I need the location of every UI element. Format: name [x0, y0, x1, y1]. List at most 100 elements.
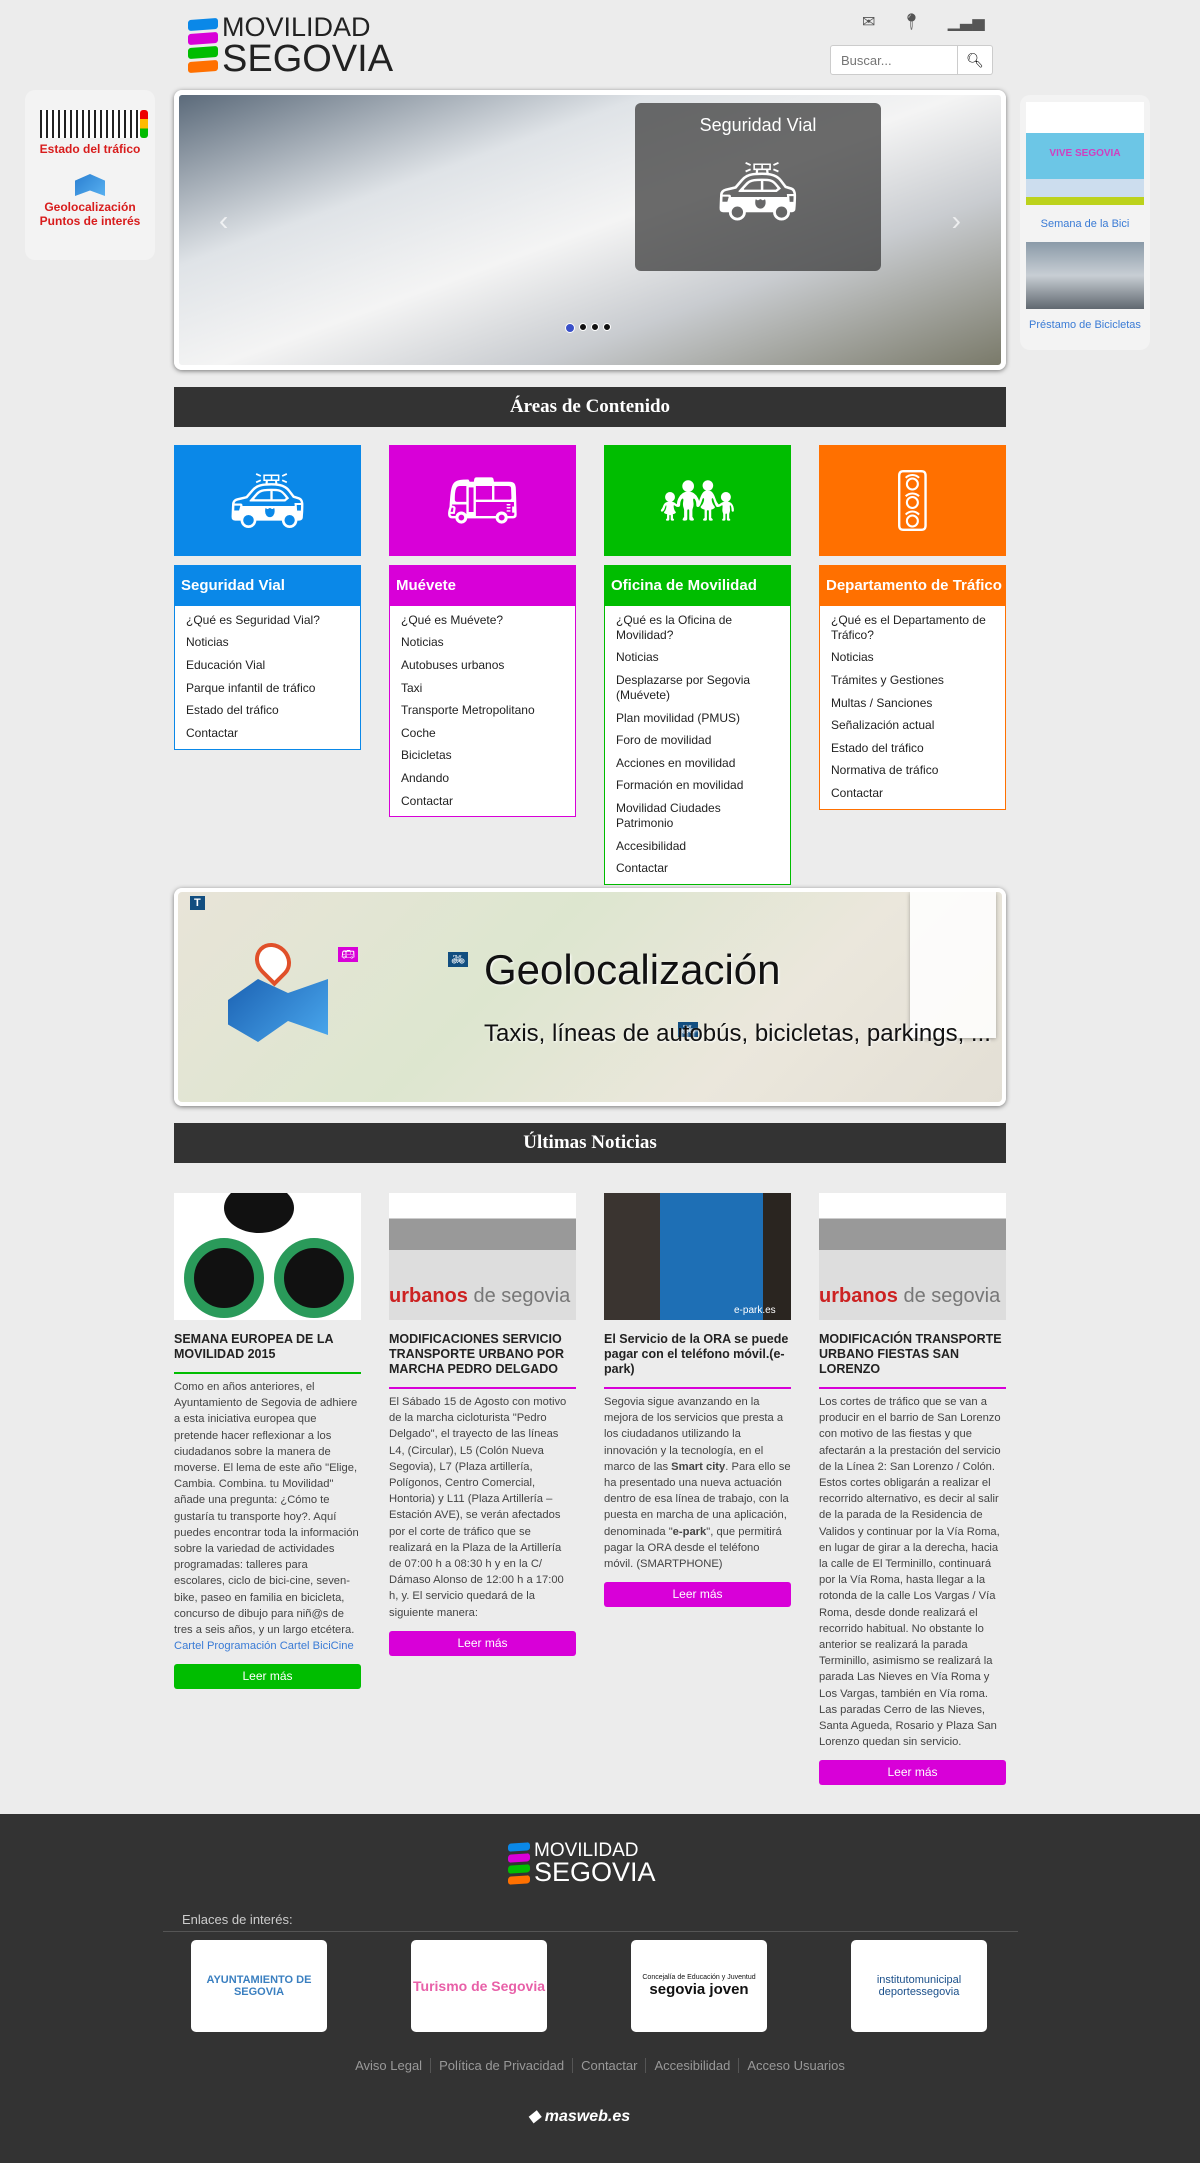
card-title[interactable]: Seguridad Vial — [175, 566, 360, 606]
area-tile-oficina[interactable]: 👪︎ — [604, 445, 791, 556]
card-link[interactable]: Coche — [401, 722, 564, 745]
footer-link-contactar[interactable]: Contactar — [573, 2058, 647, 2073]
partner-segovia-joven[interactable]: Concejalía de Educación y Juventud segovi… — [631, 1940, 767, 2032]
card-link[interactable]: Parque infantil de tráfico — [186, 677, 349, 700]
card-link[interactable]: Taxi — [401, 677, 564, 700]
footer-link-aviso-legal[interactable]: Aviso Legal — [347, 2058, 432, 2073]
location-pin-icon — [247, 935, 299, 987]
news-image-urbanos[interactable]: urbanos de segovia — [389, 1193, 576, 1320]
partner-name: segovia joven — [649, 1981, 749, 1998]
area-card-trafico: Departamento de Tráfico ¿Qué es el Depar… — [819, 565, 1006, 810]
family-icon: 👪︎ — [659, 467, 736, 534]
card-link[interactable]: Noticias — [401, 632, 564, 655]
search-input[interactable] — [830, 45, 958, 75]
news-image-bike[interactable] — [174, 1193, 361, 1320]
card-link[interactable]: Contactar — [616, 857, 779, 880]
card-link[interactable]: Educación Vial — [186, 654, 349, 677]
news-body-bold: e-park — [672, 1525, 707, 1538]
aqueduct-bus-icon: 🚌︎ — [444, 467, 521, 534]
card-link[interactable]: Plan movilidad (PMUS) — [616, 707, 779, 730]
news-title[interactable]: El Servicio de la ORA se puede pagar con… — [604, 1332, 791, 1389]
card-title[interactable]: Departamento de Tráfico — [820, 566, 1005, 606]
card-link[interactable]: Formación en movilidad — [616, 775, 779, 798]
card-link[interactable]: Autobuses urbanos — [401, 654, 564, 677]
carousel-dot[interactable] — [565, 323, 575, 333]
read-more-button[interactable]: Leer más — [819, 1760, 1006, 1786]
footer-link-privacidad[interactable]: Política de Privacidad — [431, 2058, 574, 2073]
card-link[interactable]: Estado del tráfico — [831, 737, 994, 760]
hero-carousel[interactable]: ‹ › Seguridad Vial 🚓︎ — [174, 90, 1006, 370]
footer: MOVILIDAD SEGOVIA Enlaces de interés: AYU… — [0, 1814, 1200, 2163]
traffic-light-icon: 🚦︎ — [874, 467, 951, 534]
card-link[interactable]: Movilidad Ciudades Patrimonio — [616, 797, 779, 835]
news-inline-link[interactable]: Cartel Programación Cartel BiciCine — [174, 1640, 354, 1652]
carousel-dot[interactable] — [591, 323, 599, 331]
geolocation-banner[interactable]: T 🚲︎ 🚲︎ 🚌︎ Geolocalización Taxis, líneas… — [174, 888, 1006, 1106]
geolocation-link[interactable]: Geolocalización Puntos de interés — [25, 200, 155, 228]
search-button[interactable]: 🔍︎ — [958, 45, 993, 75]
card-link[interactable]: Multas / Sanciones — [831, 692, 994, 715]
card-title[interactable]: Oficina de Movilidad — [605, 566, 790, 606]
bike-week-banner[interactable]: VIVE SEGOVIA — [1026, 102, 1144, 205]
masweb-credit[interactable]: ◆ masweb.es — [528, 2106, 630, 2126]
news-image-urbanos[interactable]: urbanos de segovia — [819, 1193, 1006, 1320]
card-link[interactable]: Trámites y Gestiones — [831, 669, 994, 692]
envelope-icon[interactable]: ✉ — [862, 12, 875, 32]
carousel-next-icon[interactable]: › — [952, 205, 961, 237]
partner-ayuntamiento[interactable]: AYUNTAMIENTO DE SEGOVIA — [191, 1940, 327, 2032]
card-link[interactable]: Desplazarse por Segovia (Muévete) — [616, 669, 779, 707]
news-title[interactable]: MODIFICACIONES SERVICIO TRANSPORTE URBAN… — [389, 1332, 576, 1389]
read-more-button[interactable]: Leer más — [604, 1582, 791, 1608]
card-link[interactable]: ¿Qué es el Departamento de Tráfico? — [831, 609, 994, 647]
partner-deportes[interactable]: institutomunicipal deportessegovia — [851, 1940, 987, 2032]
card-link[interactable]: Estado del tráfico — [186, 699, 349, 722]
footer-logo[interactable]: MOVILIDAD SEGOVIA — [508, 1841, 656, 1886]
signal-icon[interactable]: ▁▃▅ — [948, 12, 985, 32]
card-link[interactable]: Noticias — [831, 647, 994, 670]
card-link[interactable]: Transporte Metropolitano — [401, 699, 564, 722]
right-sidebar: VIVE SEGOVIA Semana de la Bici Préstamo … — [1020, 95, 1150, 350]
news-title[interactable]: MODIFICACIÓN TRANSPORTE URBANO FIESTAS S… — [819, 1332, 1006, 1389]
card-link[interactable]: Noticias — [616, 647, 779, 670]
read-more-button[interactable]: Leer más — [389, 1630, 576, 1656]
carousel-dot[interactable] — [579, 323, 587, 331]
site-logo[interactable]: MOVILIDAD SEGOVIA — [188, 14, 393, 78]
card-link[interactable]: Bicicletas — [401, 745, 564, 768]
card-link[interactable]: ¿Qué es Seguridad Vial? — [186, 609, 349, 632]
card-link[interactable]: Accesibilidad — [616, 835, 779, 858]
bike-week-link[interactable]: Semana de la Bici — [1020, 218, 1150, 230]
card-link[interactable]: Foro de movilidad — [616, 729, 779, 752]
footer-link-acceso-usuarios[interactable]: Acceso Usuarios — [739, 2058, 853, 2073]
card-link[interactable]: Señalización actual — [831, 714, 994, 737]
area-tile-muevete[interactable]: 🚌︎ — [389, 445, 576, 556]
card-link[interactable]: ¿Qué es la Oficina de Movilidad? — [616, 609, 779, 647]
logo-bars-icon — [508, 1842, 530, 1886]
card-link[interactable]: Contactar — [401, 790, 564, 813]
bus-marker-icon: 🚌︎ — [338, 947, 358, 962]
card-link[interactable]: Normativa de tráfico — [831, 760, 994, 783]
carousel-caption[interactable]: Seguridad Vial 🚓︎ — [635, 103, 881, 271]
carousel-indicators — [565, 323, 611, 333]
card-link[interactable]: Contactar — [186, 722, 349, 745]
traffic-status-link[interactable]: Estado del tráfico — [25, 142, 155, 156]
image-text-urbanos: urbanos — [389, 1285, 468, 1307]
card-link[interactable]: Andando — [401, 767, 564, 790]
card-link[interactable]: Acciones en movilidad — [616, 752, 779, 775]
card-title[interactable]: Muévete — [390, 566, 575, 606]
card-link[interactable]: ¿Qué es Muévete? — [401, 609, 564, 632]
map-marker-icon[interactable]: 📍︎ — [901, 12, 921, 32]
bike-loan-link[interactable]: Préstamo de Bicicletas — [1020, 319, 1150, 331]
area-tile-seguridad-vial[interactable]: 🚓︎ — [174, 445, 361, 556]
carousel-dot[interactable] — [603, 323, 611, 331]
card-link[interactable]: Noticias — [186, 632, 349, 655]
image-text-de-segovia: de segovia — [473, 1285, 571, 1307]
news-title[interactable]: SEMANA EUROPEA DE LA MOVILIDAD 2015 — [174, 1332, 361, 1374]
area-tile-trafico[interactable]: 🚦︎ — [819, 445, 1006, 556]
bike-loan-image[interactable] — [1026, 242, 1144, 309]
news-image-epark[interactable]: e-park.es — [604, 1193, 791, 1320]
card-link[interactable]: Contactar — [831, 782, 994, 805]
carousel-prev-icon[interactable]: ‹ — [219, 205, 228, 237]
footer-link-accesibilidad[interactable]: Accesibilidad — [646, 2058, 740, 2073]
partner-turismo[interactable]: Turismo de Segovia — [411, 1940, 547, 2032]
read-more-button[interactable]: Leer más — [174, 1664, 361, 1690]
